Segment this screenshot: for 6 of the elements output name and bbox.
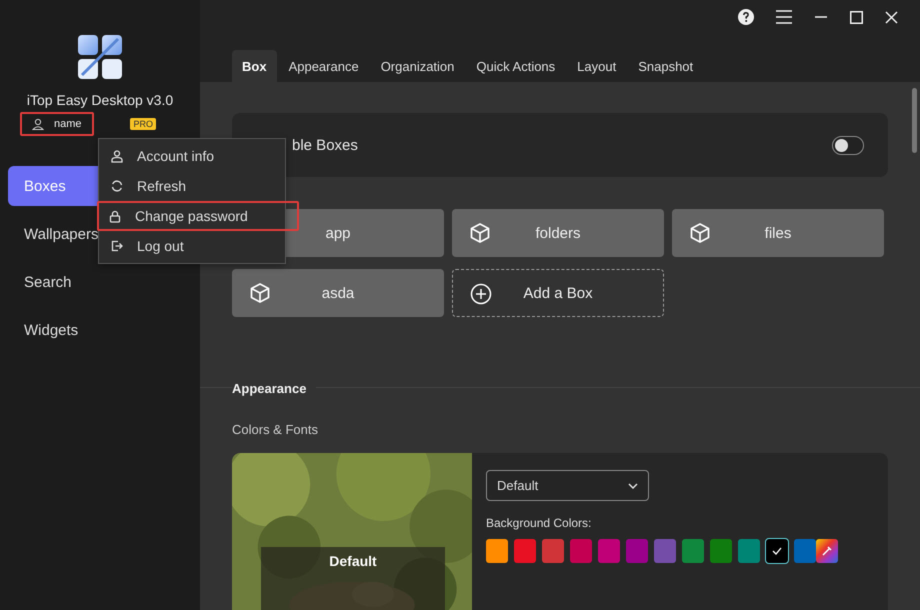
subsection-heading: Colors & Fonts xyxy=(232,422,319,437)
app-name: iTop Easy Desktop v3.0 xyxy=(26,92,174,108)
setting-label: ble Boxes xyxy=(292,136,358,154)
pro-badge: PRO xyxy=(130,118,156,130)
colors-label: Background Colors: xyxy=(486,516,592,530)
preview-title: Default xyxy=(329,553,377,571)
